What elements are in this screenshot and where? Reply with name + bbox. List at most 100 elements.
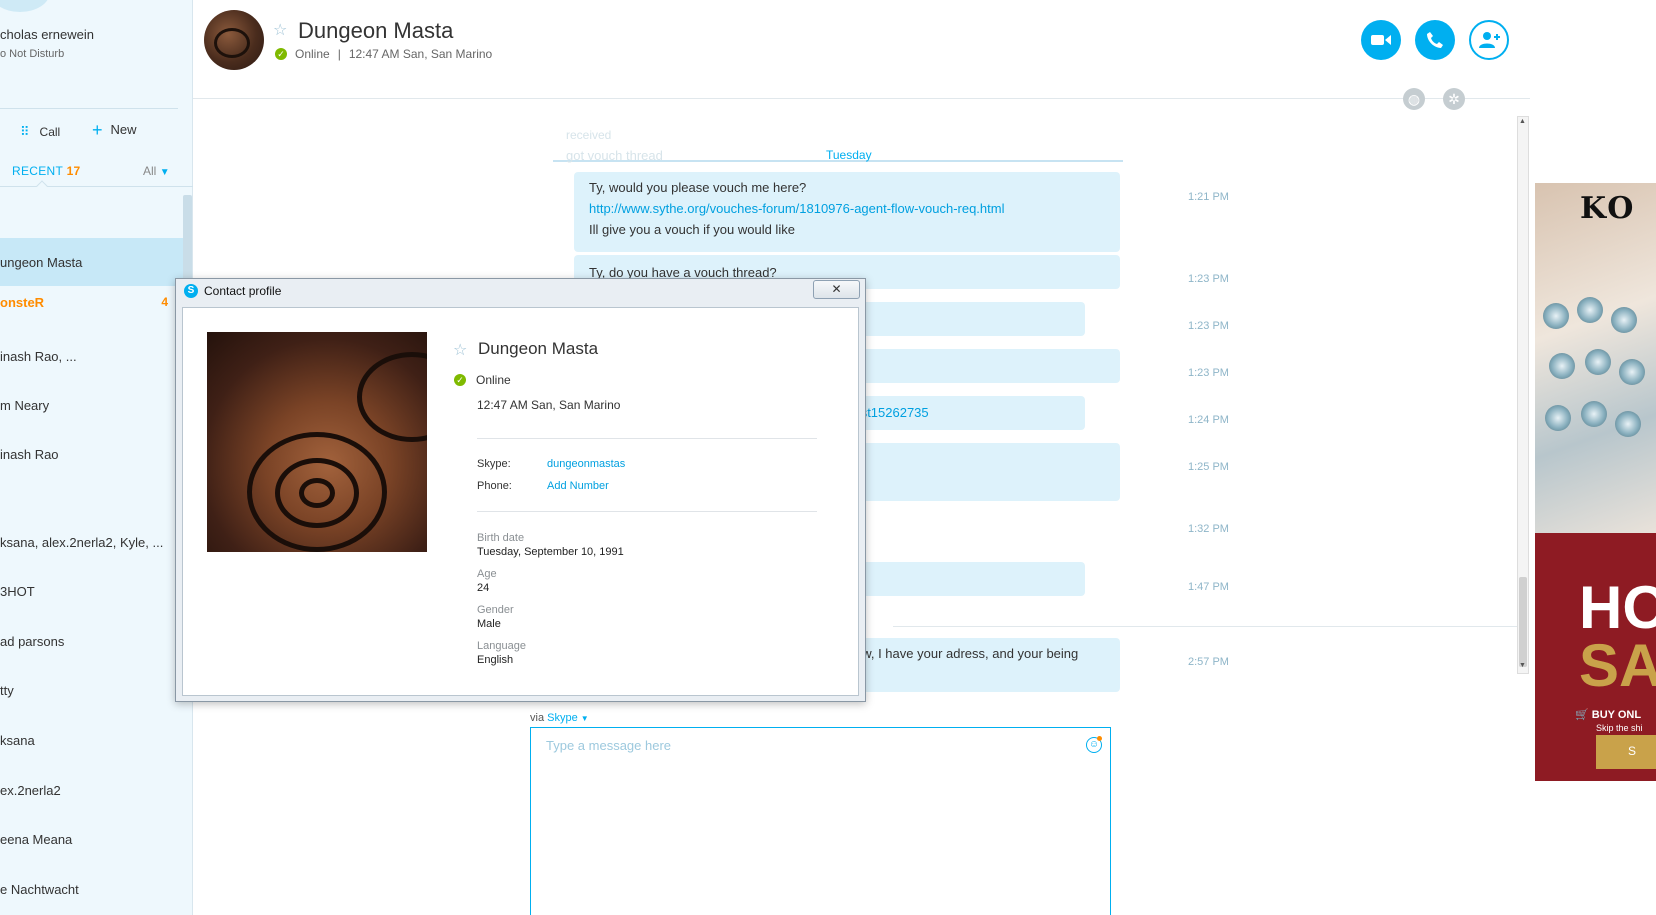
contact-name: tty bbox=[0, 682, 14, 698]
recent-tab[interactable]: RECENT 17 bbox=[12, 164, 81, 178]
sidebar-item-contact[interactable]: inash Rao bbox=[0, 430, 183, 478]
message-text: Ill give you a vouch if you would like bbox=[589, 221, 795, 237]
age-label: Age bbox=[477, 568, 497, 580]
plus-icon: + bbox=[92, 119, 103, 140]
day-separator-line bbox=[893, 626, 1526, 627]
scroll-up-arrow-icon[interactable]: ▲ bbox=[1519, 118, 1526, 125]
message-text: Ty, would you please vouch me here? bbox=[589, 180, 807, 195]
sidebar-item-contact[interactable]: ksana bbox=[0, 716, 183, 764]
sidebar-item-contact[interactable]: 3HOT bbox=[0, 567, 183, 615]
favorite-star-icon[interactable]: ☆ bbox=[273, 20, 287, 40]
message-timestamp: 1:47 PM bbox=[1188, 581, 1229, 593]
gender-value: Male bbox=[477, 618, 501, 630]
conversation-header: ☆ Dungeon Masta ✓ Online | 12:47 AM San,… bbox=[193, 0, 1530, 110]
sidebar-item-contact[interactable]: inash Rao, ... bbox=[0, 332, 183, 380]
dialog-title: Contact profile bbox=[204, 284, 282, 298]
dialpad-icon: ⠿ bbox=[20, 124, 30, 139]
ad-buy-online: 🛒 BUY ONL bbox=[1575, 709, 1642, 721]
via-service[interactable]: Skype bbox=[547, 712, 578, 724]
contact-name: inash Rao bbox=[0, 446, 59, 462]
birth-date-value: Tuesday, September 10, 1991 bbox=[477, 546, 624, 558]
new-button[interactable]: + New bbox=[92, 119, 137, 140]
chevron-down-icon: ▼ bbox=[580, 714, 589, 723]
profile-status-line: ✓ Online bbox=[454, 373, 511, 387]
sidebar-item-contact[interactable]: e Nachtwacht bbox=[0, 865, 183, 913]
skype-logo-icon: S bbox=[184, 284, 198, 298]
emoji-indicator-dot bbox=[1097, 736, 1102, 741]
add-number-link[interactable]: Add Number bbox=[547, 480, 609, 492]
contact-title[interactable]: Dungeon Masta bbox=[298, 18, 453, 44]
advertisement-banner[interactable]: KO HO SA 🛒 BUY ONL Skip the shi S bbox=[1535, 183, 1656, 781]
day-separator: received got vouch thread Tuesday bbox=[553, 118, 1123, 163]
sidebar-item-contact[interactable]: m Neary bbox=[0, 381, 183, 429]
scrollbar-thumb[interactable] bbox=[1519, 577, 1527, 667]
contact-avatar[interactable] bbox=[204, 10, 264, 70]
sidebar: cholas ernewein o Not Disturb ⠿ Call + N… bbox=[0, 0, 193, 915]
sidebar-item-contact[interactable]: eena Meana bbox=[0, 815, 183, 863]
contact-status-line: ✓ Online | 12:47 AM San, San Marino bbox=[275, 47, 492, 61]
video-call-button[interactable] bbox=[1361, 20, 1401, 60]
sidebar-item-contact[interactable]: ksana, alex.2nerla2, Kyle, ... bbox=[0, 518, 183, 566]
skype-id-link[interactable]: dungeonmastas bbox=[547, 458, 625, 470]
ad-shop-button[interactable]: S bbox=[1596, 735, 1656, 769]
day-label: Tuesday bbox=[826, 148, 872, 162]
close-button[interactable]: ✕ bbox=[813, 280, 860, 299]
add-person-icon bbox=[1479, 32, 1500, 48]
my-presence-status[interactable]: o Not Disturb bbox=[0, 48, 64, 60]
contact-profile-dialog: S Contact profile ✕ ☆ Dungeon Masta ✓ On… bbox=[175, 278, 866, 702]
language-label: Language bbox=[477, 640, 526, 652]
recent-filter-dropdown[interactable]: All ▼ bbox=[143, 164, 170, 178]
profile-divider bbox=[477, 438, 817, 439]
via-prefix: via bbox=[530, 712, 545, 724]
sidebar-item-contact[interactable]: ungeon Masta bbox=[0, 238, 183, 286]
sidebar-item-contact[interactable]: ad parsons bbox=[0, 617, 183, 665]
contact-name: ksana bbox=[0, 732, 35, 748]
message-timestamp: 1:23 PM bbox=[1188, 320, 1229, 332]
send-via-selector[interactable]: via Skype ▼ bbox=[530, 712, 589, 724]
sidebar-item-contact[interactable]: ex.2nerla2 bbox=[0, 766, 183, 814]
message-timestamp: 2:57 PM bbox=[1188, 656, 1229, 668]
my-display-name[interactable]: cholas ernewein bbox=[0, 27, 94, 42]
phone-icon bbox=[1427, 32, 1443, 48]
phone-label: Phone: bbox=[477, 480, 512, 492]
sidebar-item-contact[interactable]: onsteR 4 bbox=[0, 284, 183, 320]
contact-name: ad parsons bbox=[0, 633, 65, 649]
message-input[interactable] bbox=[530, 727, 1111, 915]
profile-local-time: 12:47 AM San, San Marino bbox=[477, 398, 621, 412]
close-icon: ✕ bbox=[831, 282, 842, 296]
profile-divider bbox=[477, 511, 817, 512]
contact-name: m Neary bbox=[0, 397, 50, 413]
recent-tab-label: RECENT bbox=[12, 164, 63, 178]
ad-buy-text: BUY ONL bbox=[1591, 709, 1642, 721]
add-participant-button[interactable] bbox=[1469, 20, 1509, 60]
contact-name: eena Meana bbox=[0, 831, 73, 847]
audio-call-button[interactable] bbox=[1415, 20, 1455, 60]
online-check-icon: ✓ bbox=[275, 48, 287, 60]
message-timestamp: 1:32 PM bbox=[1188, 523, 1229, 535]
profile-cloud-decoration bbox=[0, 0, 50, 12]
scroll-down-arrow-icon[interactable]: ▼ bbox=[1519, 662, 1526, 669]
call-button[interactable]: ⠿ Call bbox=[20, 124, 60, 140]
contact-name: onsteR bbox=[0, 294, 45, 310]
online-check-icon: ✓ bbox=[454, 374, 466, 386]
chat-scrollbar[interactable]: ▲ ▼ bbox=[1517, 116, 1529, 674]
ad-shop-label: S bbox=[1628, 744, 1637, 758]
contact-name: ksana, alex.2nerla2, Kyle, ... bbox=[0, 534, 164, 550]
gender-label: Gender bbox=[477, 604, 514, 616]
profile-phone-row: Phone: Add Number bbox=[477, 480, 609, 492]
message-timestamp: 1:21 PM bbox=[1188, 191, 1229, 203]
sidebar-item-contact[interactable]: tty bbox=[0, 666, 183, 714]
message-timestamp: 1:25 PM bbox=[1188, 461, 1229, 473]
message-link[interactable]: http://www.sythe.org/vouches-forum/18109… bbox=[589, 201, 1004, 216]
video-camera-icon bbox=[1371, 35, 1391, 45]
age-value: 24 bbox=[477, 582, 490, 594]
favorite-star-icon[interactable]: ☆ bbox=[453, 340, 467, 360]
contact-local-time: 12:47 AM San, San Marino bbox=[348, 47, 493, 61]
chevron-down-icon: ▼ bbox=[159, 167, 170, 178]
faded-message-text: got vouch thread bbox=[566, 148, 663, 163]
skype-label: Skype: bbox=[477, 458, 511, 470]
new-button-label: New bbox=[110, 122, 137, 137]
message-bubble[interactable]: Ty, would you please vouch me here? http… bbox=[574, 172, 1120, 252]
faded-message-text: received bbox=[566, 128, 612, 142]
recent-underline bbox=[0, 186, 193, 187]
